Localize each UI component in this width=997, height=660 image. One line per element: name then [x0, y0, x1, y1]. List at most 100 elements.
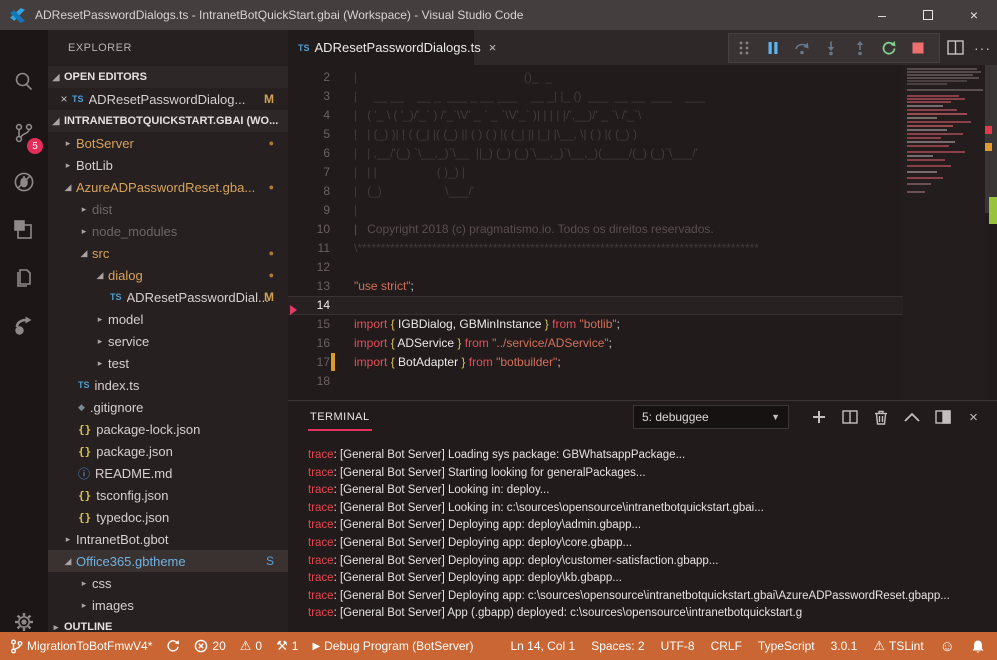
line-number[interactable]: 3: [288, 87, 330, 106]
line-number[interactable]: 15: [288, 315, 330, 334]
tree-item-test[interactable]: ▸test: [48, 352, 288, 374]
code-line-7[interactable]: 7| | | ( )_) |: [288, 163, 903, 182]
workspace-section[interactable]: ◢ INTRANETBOTQUICKSTART.GBAI (WO...: [48, 110, 288, 132]
line-number[interactable]: 6: [288, 144, 330, 163]
tree-item-adresetpassworddial[interactable]: TSADResetPasswordDial...M: [48, 286, 288, 308]
maximize-button[interactable]: [905, 0, 951, 30]
tree-item-node-modules[interactable]: ▸node_modules: [48, 220, 288, 242]
line-number[interactable]: 8: [288, 182, 330, 201]
code-line-12[interactable]: 12: [288, 258, 903, 277]
code-line-10[interactable]: 10| Copyright 2018 (c) pragmatismo.io. T…: [288, 220, 903, 239]
code-line-14[interactable]: 14: [288, 296, 903, 315]
tree-item-src[interactable]: ◢src●: [48, 242, 288, 264]
line-number[interactable]: 4: [288, 106, 330, 125]
split-editor-icon[interactable]: [947, 40, 964, 55]
source-control-icon[interactable]: 5: [0, 110, 48, 158]
tree-item-tsconfig-json[interactable]: {}tsconfig.json: [48, 484, 288, 506]
git-branch-indicator[interactable]: MigrationToBotFmwV4*: [10, 639, 152, 654]
step-into-button[interactable]: [816, 34, 845, 62]
tree-item-images[interactable]: ▸images: [48, 594, 288, 616]
share-icon[interactable]: [0, 302, 48, 350]
notifications-bell-icon[interactable]: [971, 639, 985, 654]
terminal-tab[interactable]: TERMINAL: [308, 404, 372, 431]
tree-item-typedoc-json[interactable]: {}typedoc.json: [48, 506, 288, 528]
close-icon[interactable]: ×: [56, 92, 72, 106]
tree-item-model[interactable]: ▸model: [48, 308, 288, 330]
code-line-4[interactable]: 4| ( '_ \ ( '_)/'_` ) /'_`\V' _ ` _ `\V'…: [288, 106, 903, 125]
debug-icon[interactable]: [0, 158, 48, 206]
code-line-16[interactable]: 16import { ADService } from "../service/…: [288, 334, 903, 353]
errors-indicator[interactable]: 20: [194, 639, 225, 653]
feedback-smiley-icon[interactable]: ☺: [940, 638, 955, 655]
line-number[interactable]: 11: [288, 239, 330, 258]
line-number[interactable]: 17: [288, 353, 330, 372]
line-number[interactable]: 18: [288, 372, 330, 391]
open-editors-section[interactable]: ◢ OPEN EDITORS: [48, 66, 288, 88]
editor[interactable]: 2| ()_ _3| __ __ __ _ ___ _ __ ___ __ _|…: [288, 65, 997, 400]
drag-grip-icon[interactable]: [729, 34, 758, 62]
new-terminal-button[interactable]: [803, 403, 834, 431]
pause-button[interactable]: [758, 34, 787, 62]
tree-item-package-lock-json[interactable]: {}package-lock.json: [48, 418, 288, 440]
code-line-6[interactable]: 6| | ,__/'(_) `\__,_)`\__ ||_) (_) (_)`\…: [288, 144, 903, 163]
code-line-18[interactable]: 18: [288, 372, 903, 391]
eol-sequence[interactable]: CRLF: [711, 639, 742, 653]
code-line-9[interactable]: 9|: [288, 201, 903, 220]
code-line-8[interactable]: 8| (_) \___/': [288, 182, 903, 201]
code-line-11[interactable]: 11\*************************************…: [288, 239, 903, 258]
tree-item-index-ts[interactable]: TSindex.ts: [48, 374, 288, 396]
sync-indicator[interactable]: [166, 639, 180, 653]
tree-item-readme-md[interactable]: ⓘREADME.md: [48, 462, 288, 484]
code-line-17[interactable]: 17import { BotAdapter } from "botbuilder…: [288, 353, 903, 372]
kill-terminal-button[interactable]: [865, 403, 896, 431]
open-editor-item[interactable]: × TS ADResetPasswordDialog... M: [48, 88, 288, 110]
minimap[interactable]: [903, 65, 985, 400]
step-out-button[interactable]: [845, 34, 874, 62]
tree-item-gitignore[interactable]: ◆.gitignore: [48, 396, 288, 418]
tslint-indicator[interactable]: ⚠ TSLint: [873, 638, 923, 654]
tree-item-botserver[interactable]: ▸BotServer●: [48, 132, 288, 154]
line-number[interactable]: 16: [288, 334, 330, 353]
terminal-output[interactable]: trace: [General Bot Server] Loading sys …: [308, 433, 985, 631]
code-line-5[interactable]: 5| | (_) )| | ( (_| |( (_) || ( ) ( ) |(…: [288, 125, 903, 144]
warnings-indicator[interactable]: ⚠ 0: [240, 638, 262, 654]
cursor-position[interactable]: Ln 14, Col 1: [510, 639, 575, 653]
close-button[interactable]: ×: [951, 0, 997, 30]
search-icon[interactable]: [0, 58, 48, 106]
pages-icon[interactable]: [0, 254, 48, 302]
language-mode[interactable]: TypeScript: [758, 639, 815, 653]
line-number[interactable]: 5: [288, 125, 330, 144]
typescript-version[interactable]: 3.0.1: [831, 639, 858, 653]
line-number[interactable]: 12: [288, 258, 330, 277]
indentation[interactable]: Spaces: 2: [591, 639, 644, 653]
close-tab-icon[interactable]: ×: [489, 40, 497, 55]
tree-item-office365-gbtheme[interactable]: ◢Office365.gbthemeS: [48, 550, 288, 572]
maximize-panel-button[interactable]: [896, 403, 927, 431]
tree-item-package-json[interactable]: {}package.json: [48, 440, 288, 462]
code-line-2[interactable]: 2| ()_ _: [288, 68, 903, 87]
tree-item-dialog[interactable]: ◢dialog●: [48, 264, 288, 286]
line-number[interactable]: 9: [288, 201, 330, 220]
step-over-button[interactable]: [787, 34, 816, 62]
terminal-select[interactable]: 5: debuggee ▼: [633, 405, 789, 429]
line-number[interactable]: 7: [288, 163, 330, 182]
tree-item-botlib[interactable]: ▸BotLib: [48, 154, 288, 176]
close-panel-button[interactable]: ×: [958, 403, 989, 431]
tree-item-service[interactable]: ▸service: [48, 330, 288, 352]
debug-program-indicator[interactable]: ▶ Debug Program (BotServer): [312, 639, 473, 653]
split-terminal-button[interactable]: [834, 403, 865, 431]
tree-item-dist[interactable]: ▸dist: [48, 198, 288, 220]
stop-button[interactable]: [903, 34, 932, 62]
minimize-button[interactable]: –: [859, 0, 905, 30]
move-panel-button[interactable]: [927, 403, 958, 431]
extensions-icon[interactable]: [0, 206, 48, 254]
line-number[interactable]: 13: [288, 277, 330, 296]
line-number[interactable]: 2: [288, 68, 330, 87]
tab-adresetpassworddialogs[interactable]: TS ADResetPasswordDialogs.ts ×: [288, 30, 474, 65]
tree-item-css[interactable]: ▸css: [48, 572, 288, 594]
restart-button[interactable]: [874, 34, 903, 62]
tasks-indicator[interactable]: ⚒ 1: [276, 638, 298, 654]
encoding[interactable]: UTF-8: [661, 639, 695, 653]
tree-item-intranetbot-gbot[interactable]: ▸IntranetBot.gbot: [48, 528, 288, 550]
code-line-3[interactable]: 3| __ __ __ _ ___ _ __ ___ __ _| |_ () _…: [288, 87, 903, 106]
